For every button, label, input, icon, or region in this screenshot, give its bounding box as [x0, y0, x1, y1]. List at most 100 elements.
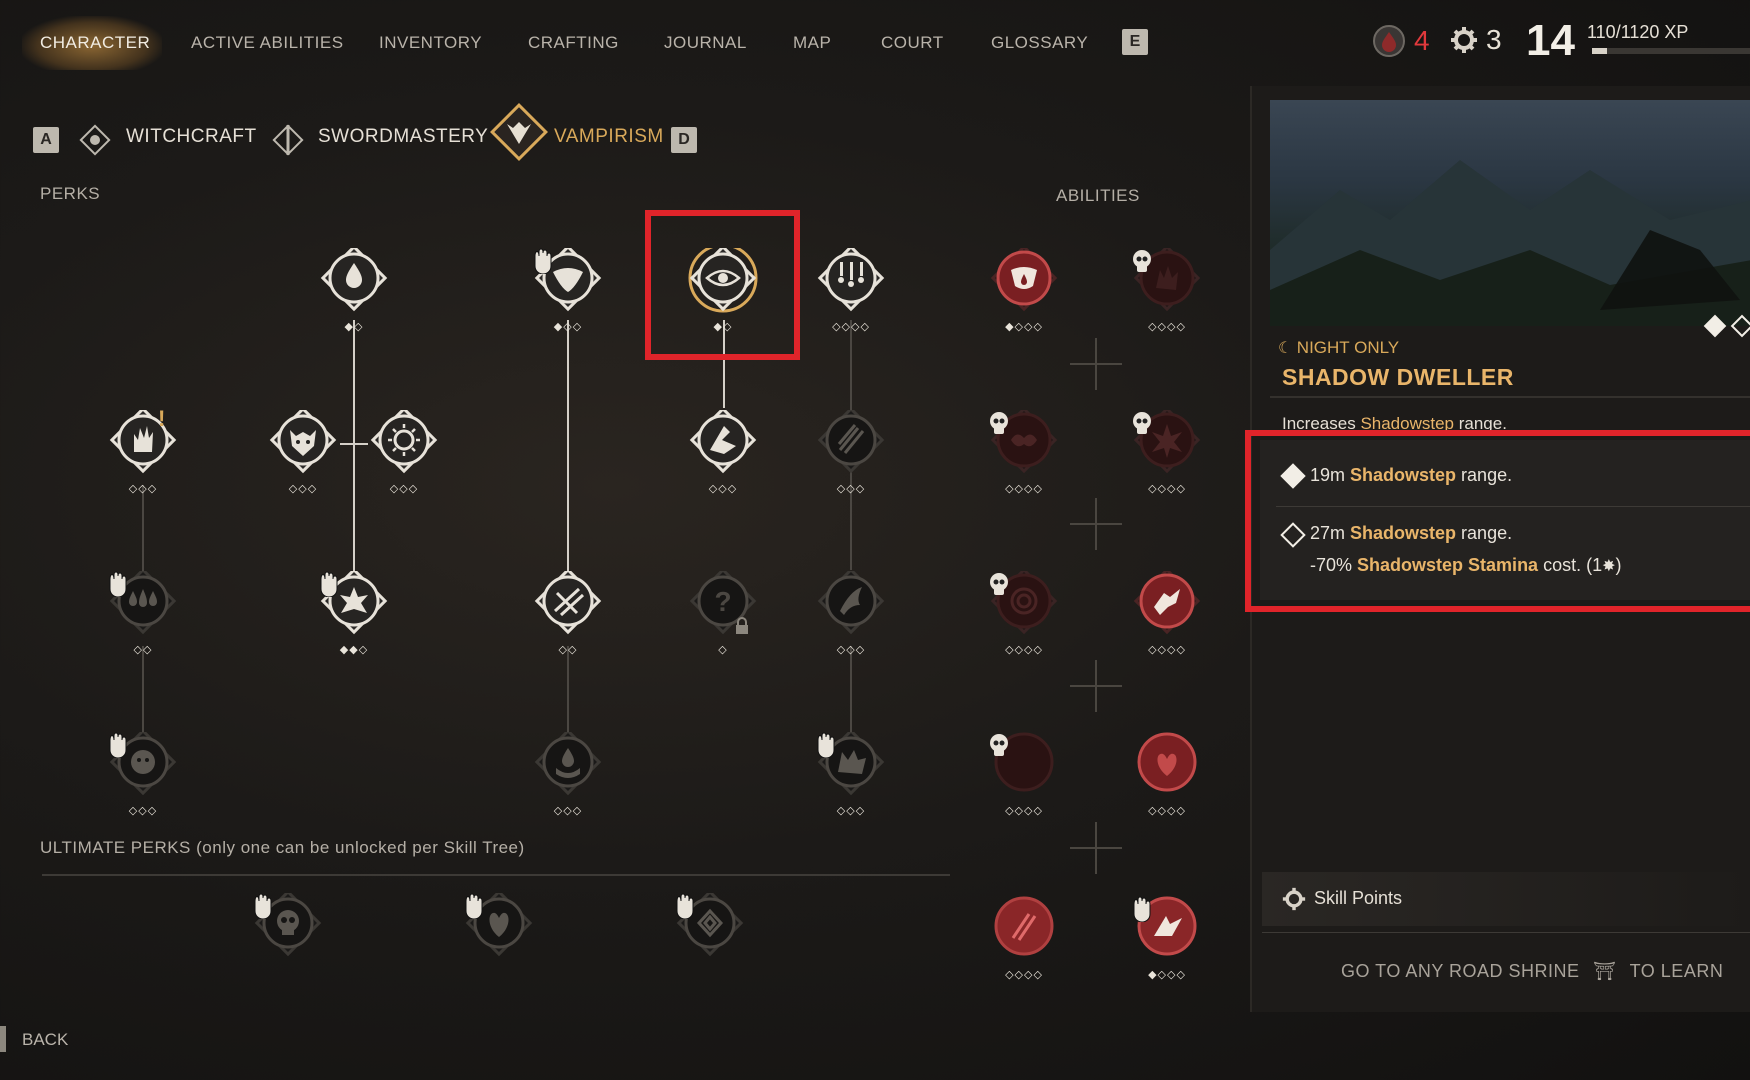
perk-node-fang[interactable]: ◆◇◇ — [531, 248, 605, 344]
ability-node-fanged-maw[interactable]: ◆◇◇◇ — [987, 248, 1061, 344]
xp-bar — [1592, 48, 1750, 54]
perk-rank-pips: ◇◇ — [558, 644, 578, 656]
ability-rank-pips: ◇◇◇◇ — [1148, 321, 1186, 333]
perk-node-shadowstep[interactable]: ◇◇◇ — [686, 410, 760, 506]
tab-inventory[interactable]: INVENTORY — [379, 33, 482, 53]
tab-character[interactable]: CHARACTER — [40, 33, 150, 53]
ability-node-vortex[interactable]: ◇◇◇◇ — [987, 571, 1061, 667]
ability-pair-separator — [1070, 498, 1122, 550]
vampirism-icon — [490, 103, 548, 161]
next-tree-key-hint[interactable]: D — [671, 127, 697, 153]
perk-node-slash[interactable]: ◇◇ — [531, 571, 605, 667]
ability-node-blood-burst[interactable]: ◇◇◇◇ — [1130, 410, 1204, 506]
perk-rank-pips: ◇◇◇ — [836, 483, 866, 495]
ability-node-shadow-hand[interactable]: ◇◇◇◇ — [1130, 248, 1204, 344]
tab-journal[interactable]: JOURNAL — [664, 33, 747, 53]
learn-instruction: GO TO ANY ROAD SHRINE ⛩ TO LEARN — [1341, 961, 1724, 981]
blood-count: 4 — [1414, 25, 1430, 56]
title-divider — [1270, 396, 1750, 398]
ultimate-perks-heading: ULTIMATE PERKS (only one can be unlocked… — [40, 838, 525, 857]
moon-icon: ☾ — [1278, 340, 1293, 357]
back-button[interactable]: BACK — [22, 1030, 68, 1050]
ability-node-heart[interactable]: ◇◇◇◇ — [1130, 732, 1204, 828]
tab-active-abilities[interactable]: ACTIVE ABILITIES — [191, 33, 344, 53]
hand-badge-icon — [465, 893, 483, 919]
skull-badge-icon — [990, 412, 1008, 434]
perk-rank-pips: ◇◇◇ — [836, 805, 866, 817]
skull-badge-icon — [1133, 250, 1151, 272]
hand-badge-icon — [1133, 896, 1151, 922]
perk-node-flame-hand[interactable]: ! ◇◇◇ — [106, 406, 180, 506]
tab-map[interactable]: MAP — [793, 33, 831, 53]
gear-icon — [1451, 27, 1477, 53]
skill-points-row: Skill Points — [1262, 872, 1750, 926]
perks-heading: PERKS — [40, 184, 101, 203]
hand-badge-icon — [320, 571, 338, 597]
top-navigation-bar: CHARACTER ACTIVE ABILITIES INVENTORY CRA… — [0, 0, 1750, 86]
ultimate-divider — [42, 874, 950, 876]
perk-node-claw-marks[interactable]: ◇◇◇ — [814, 410, 888, 506]
ultimate-node-skull[interactable] — [251, 893, 325, 989]
tab-glossary[interactable]: GLOSSARY — [991, 33, 1088, 53]
ability-rank-pips: ◇◇◇◇ — [1148, 483, 1186, 495]
ability-node-dark-orb[interactable]: ◇◇◇◇ — [987, 732, 1061, 828]
skull-badge-icon — [990, 734, 1008, 756]
perk-node-wolf[interactable]: ◇◇◇ — [814, 732, 888, 828]
perk-rank-pips: ◆◇◇ — [553, 321, 583, 333]
perk-node-beast-face[interactable]: ◇◇◇ — [106, 732, 180, 828]
skill-points-label: Skill Points — [1314, 888, 1403, 908]
ability-pair-separator — [1070, 822, 1122, 874]
ability-pair-separator — [1070, 660, 1122, 712]
perk-node-blood-drop[interactable]: ◆◇ — [317, 248, 391, 344]
perk-rank-pips: ◇ — [718, 644, 728, 656]
hand-badge-icon — [109, 732, 127, 758]
skull-badge-icon — [1133, 412, 1151, 434]
new-perk-alert-icon: ! — [158, 406, 166, 431]
ability-rank-pips: ◇◇◇◇ — [1005, 805, 1043, 817]
perk-rank-pips: ◇◇◇ — [836, 644, 866, 656]
ultimate-node-spiral[interactable] — [673, 893, 747, 989]
ability-rank-pips: ◆◇◇◇ — [1005, 321, 1043, 333]
hand-badge-icon — [254, 893, 272, 919]
perk-title: SHADOW DWELLER — [1282, 364, 1514, 390]
prev-tree-key-hint[interactable]: A — [33, 127, 59, 153]
rank-details-highlight — [1245, 430, 1750, 612]
ability-rank-pips: ◇◇◇◇ — [1005, 644, 1043, 656]
perk-node-hand-drop[interactable]: ◇◇◇ — [531, 732, 605, 828]
tree-tab-swordmastery[interactable]: SWORDMASTERY — [318, 126, 488, 148]
ultimate-node-heart[interactable] — [462, 893, 536, 989]
ability-node-pounce[interactable]: ◇◇◇◇ — [1130, 571, 1204, 667]
tree-tab-vampirism[interactable]: VAMPIRISM — [554, 126, 664, 148]
tree-tab-witchcraft[interactable]: WITCHCRAFT — [126, 126, 257, 148]
perk-node-triple-drop[interactable]: ◇◇ — [106, 571, 180, 667]
ability-node-claw-strike[interactable]: ◇◇◇◇ — [987, 896, 1061, 992]
ability-rank-pips: ◇◇◇◇ — [1005, 483, 1043, 495]
perk-node-blood-rain[interactable]: ◇◇◇◇ — [814, 248, 888, 344]
tab-crafting[interactable]: CRAFTING — [528, 33, 619, 53]
perk-rank-pips: ◇◇◇ — [389, 483, 419, 495]
next-tab-key-hint[interactable]: E — [1122, 29, 1148, 55]
perk-rank-pips: ◇◇◇ — [128, 483, 158, 495]
lock-icon — [736, 617, 748, 634]
perk-node-sun-eye[interactable]: ◇◇◇ — [367, 410, 441, 506]
blood-counter: 4 — [1372, 24, 1430, 58]
perk-node-locked[interactable]: ? ◇ — [686, 571, 760, 667]
abilities-heading: ABILITIES — [1056, 186, 1140, 205]
hand-badge-icon — [817, 732, 835, 758]
perk-node-bloom[interactable]: ◆◆◇ — [317, 571, 391, 667]
perk-node-demon-mask[interactable]: ◇◇◇ — [266, 410, 340, 506]
tag-label: NIGHT ONLY — [1296, 338, 1400, 357]
selected-perk-highlight — [645, 210, 800, 360]
perk-node-talon[interactable]: ◇◇◇ — [814, 571, 888, 667]
player-level: 14 — [1526, 16, 1575, 65]
ability-rank-pips: ◇◇◇◇ — [1148, 805, 1186, 817]
ability-node-bat-swarm[interactable]: ◇◇◇◇ — [987, 410, 1061, 506]
back-key-hint[interactable] — [0, 1026, 6, 1052]
panel-divider — [1262, 932, 1750, 933]
tab-court[interactable]: COURT — [881, 33, 944, 53]
ability-pair-separator — [1070, 338, 1122, 390]
ability-node-rend[interactable]: ◆◇◇◇ — [1130, 896, 1204, 992]
perk-rank-pips: ◇◇ — [133, 644, 153, 656]
hand-badge-icon — [534, 248, 552, 274]
hand-badge-icon — [109, 571, 127, 597]
